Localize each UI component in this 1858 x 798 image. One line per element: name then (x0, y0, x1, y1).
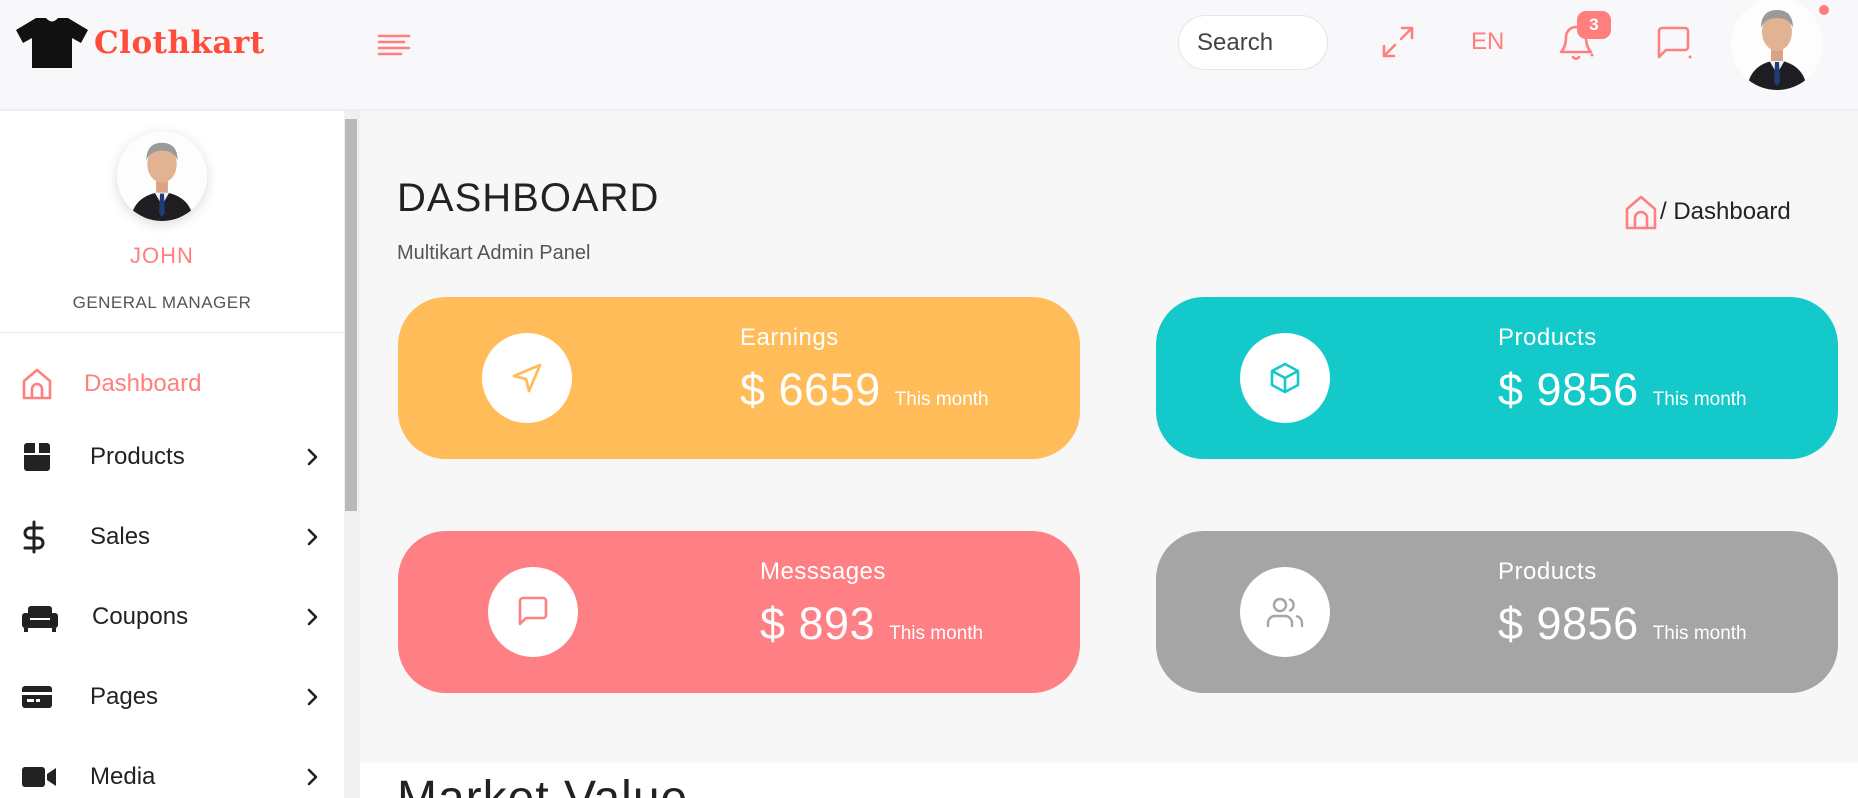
users-icon (1266, 597, 1304, 628)
card-period: This month (894, 389, 989, 410)
card-amount: $ 9856 (1498, 364, 1639, 415)
sidebar-divider (0, 332, 344, 333)
scrollbar-thumb[interactable] (345, 119, 357, 511)
chevron-right-icon (307, 608, 318, 626)
header-user-avatar[interactable] (1731, 0, 1823, 90)
notification-count-badge: 3 (1577, 11, 1611, 39)
top-header: Clothkart EN (0, 0, 1858, 111)
sidebar-item-label: Sales (90, 523, 151, 550)
card-title: Earnings (740, 324, 839, 351)
sidebar-item-label: Media (90, 763, 156, 790)
sidebar-item-sales[interactable]: Sales (0, 508, 340, 568)
chevron-right-icon (307, 688, 318, 706)
messages-card: Messsages $ 893 This month (398, 531, 1080, 693)
card-period: This month (889, 623, 984, 644)
sidebar-scrollbar[interactable] (344, 111, 360, 798)
home-icon[interactable] (1624, 193, 1658, 231)
user-name: JOHN (130, 243, 194, 268)
sidebar-user-avatar (117, 131, 207, 221)
video-icon (22, 767, 56, 787)
chevron-right-icon (307, 768, 318, 786)
chevron-right-icon (307, 448, 318, 466)
breadcrumb-current: / Dashboard (1660, 198, 1791, 225)
breadcrumb: / Dashboard (1624, 193, 1791, 231)
sidebar-item-media[interactable]: Media (0, 748, 340, 798)
card-amount: $ 6659 (740, 364, 881, 415)
menu-icon (377, 34, 411, 56)
sidebar-item-label: Coupons (92, 603, 189, 630)
sidebar-item-label: Dashboard (84, 370, 202, 397)
online-status-dot (1819, 5, 1829, 15)
home-icon (22, 368, 52, 400)
messages-button[interactable] (1654, 24, 1694, 69)
users-card: Products $ 9856 This month (1156, 531, 1838, 693)
card-amount: $ 893 (760, 598, 876, 649)
message-icon (518, 596, 548, 626)
box-icon (24, 443, 50, 471)
sidebar-item-coupons[interactable]: Coupons (0, 588, 340, 648)
page-subtitle: Multikart Admin Panel (397, 242, 591, 264)
sidebar-item-pages[interactable]: Pages (0, 668, 340, 728)
card-period: This month (1652, 389, 1747, 410)
earnings-card: Earnings $ 6659 This month (398, 297, 1080, 459)
main-content: DASHBOARD Multikart Admin Panel / Dashbo… (360, 111, 1858, 798)
market-value-section: Market Value (360, 763, 1858, 798)
message-icon (1657, 26, 1692, 59)
card-value: $ 9856 This month (1498, 598, 1747, 650)
sidebar: JOHN GENERAL MANAGER Dashboard Products (0, 111, 344, 798)
fullscreen-icon (1382, 26, 1414, 58)
navigation-icon (512, 363, 542, 393)
menu-toggle-button[interactable] (376, 32, 412, 58)
sidebar-item-dashboard[interactable]: Dashboard (0, 355, 340, 415)
card-value: $ 9856 This month (1498, 364, 1747, 416)
user-photo (117, 131, 207, 221)
card-title: Products (1498, 324, 1597, 351)
search-input[interactable] (1178, 15, 1328, 70)
earnings-icon-circle (482, 333, 572, 423)
page-title: DASHBOARD (397, 176, 660, 220)
sidebar-item-label: Products (90, 443, 185, 470)
chevron-right-icon (307, 528, 318, 546)
admin-dashboard-page: Clothkart EN (0, 0, 1858, 798)
card-title: Messsages (760, 558, 886, 585)
sidebar-item-label: Pages (90, 683, 159, 710)
products-card: Products $ 9856 This month (1156, 297, 1838, 459)
box-icon (1270, 362, 1300, 394)
card-value: $ 893 This month (760, 598, 983, 650)
user-role: GENERAL MANAGER (72, 293, 252, 312)
section-title: Market Value (397, 771, 688, 798)
messages-icon-circle (488, 567, 578, 657)
card-value: $ 6659 This month (740, 364, 989, 416)
users-icon-circle (1240, 567, 1330, 657)
products-icon-circle (1240, 333, 1330, 423)
sidebar-item-products[interactable]: Products (0, 428, 340, 488)
dollar-icon (23, 520, 45, 554)
brand-name: Clothkart (94, 25, 265, 61)
brand-logo[interactable]: Clothkart (14, 16, 265, 70)
user-photo (1731, 0, 1823, 90)
language-selector[interactable]: EN (1471, 28, 1504, 56)
card-title: Products (1498, 558, 1597, 585)
card-period: This month (1652, 623, 1747, 644)
fullscreen-button[interactable] (1380, 24, 1416, 65)
tshirt-icon (16, 18, 88, 68)
couch-icon (22, 606, 58, 632)
card-icon (22, 686, 52, 708)
card-amount: $ 9856 (1498, 598, 1639, 649)
